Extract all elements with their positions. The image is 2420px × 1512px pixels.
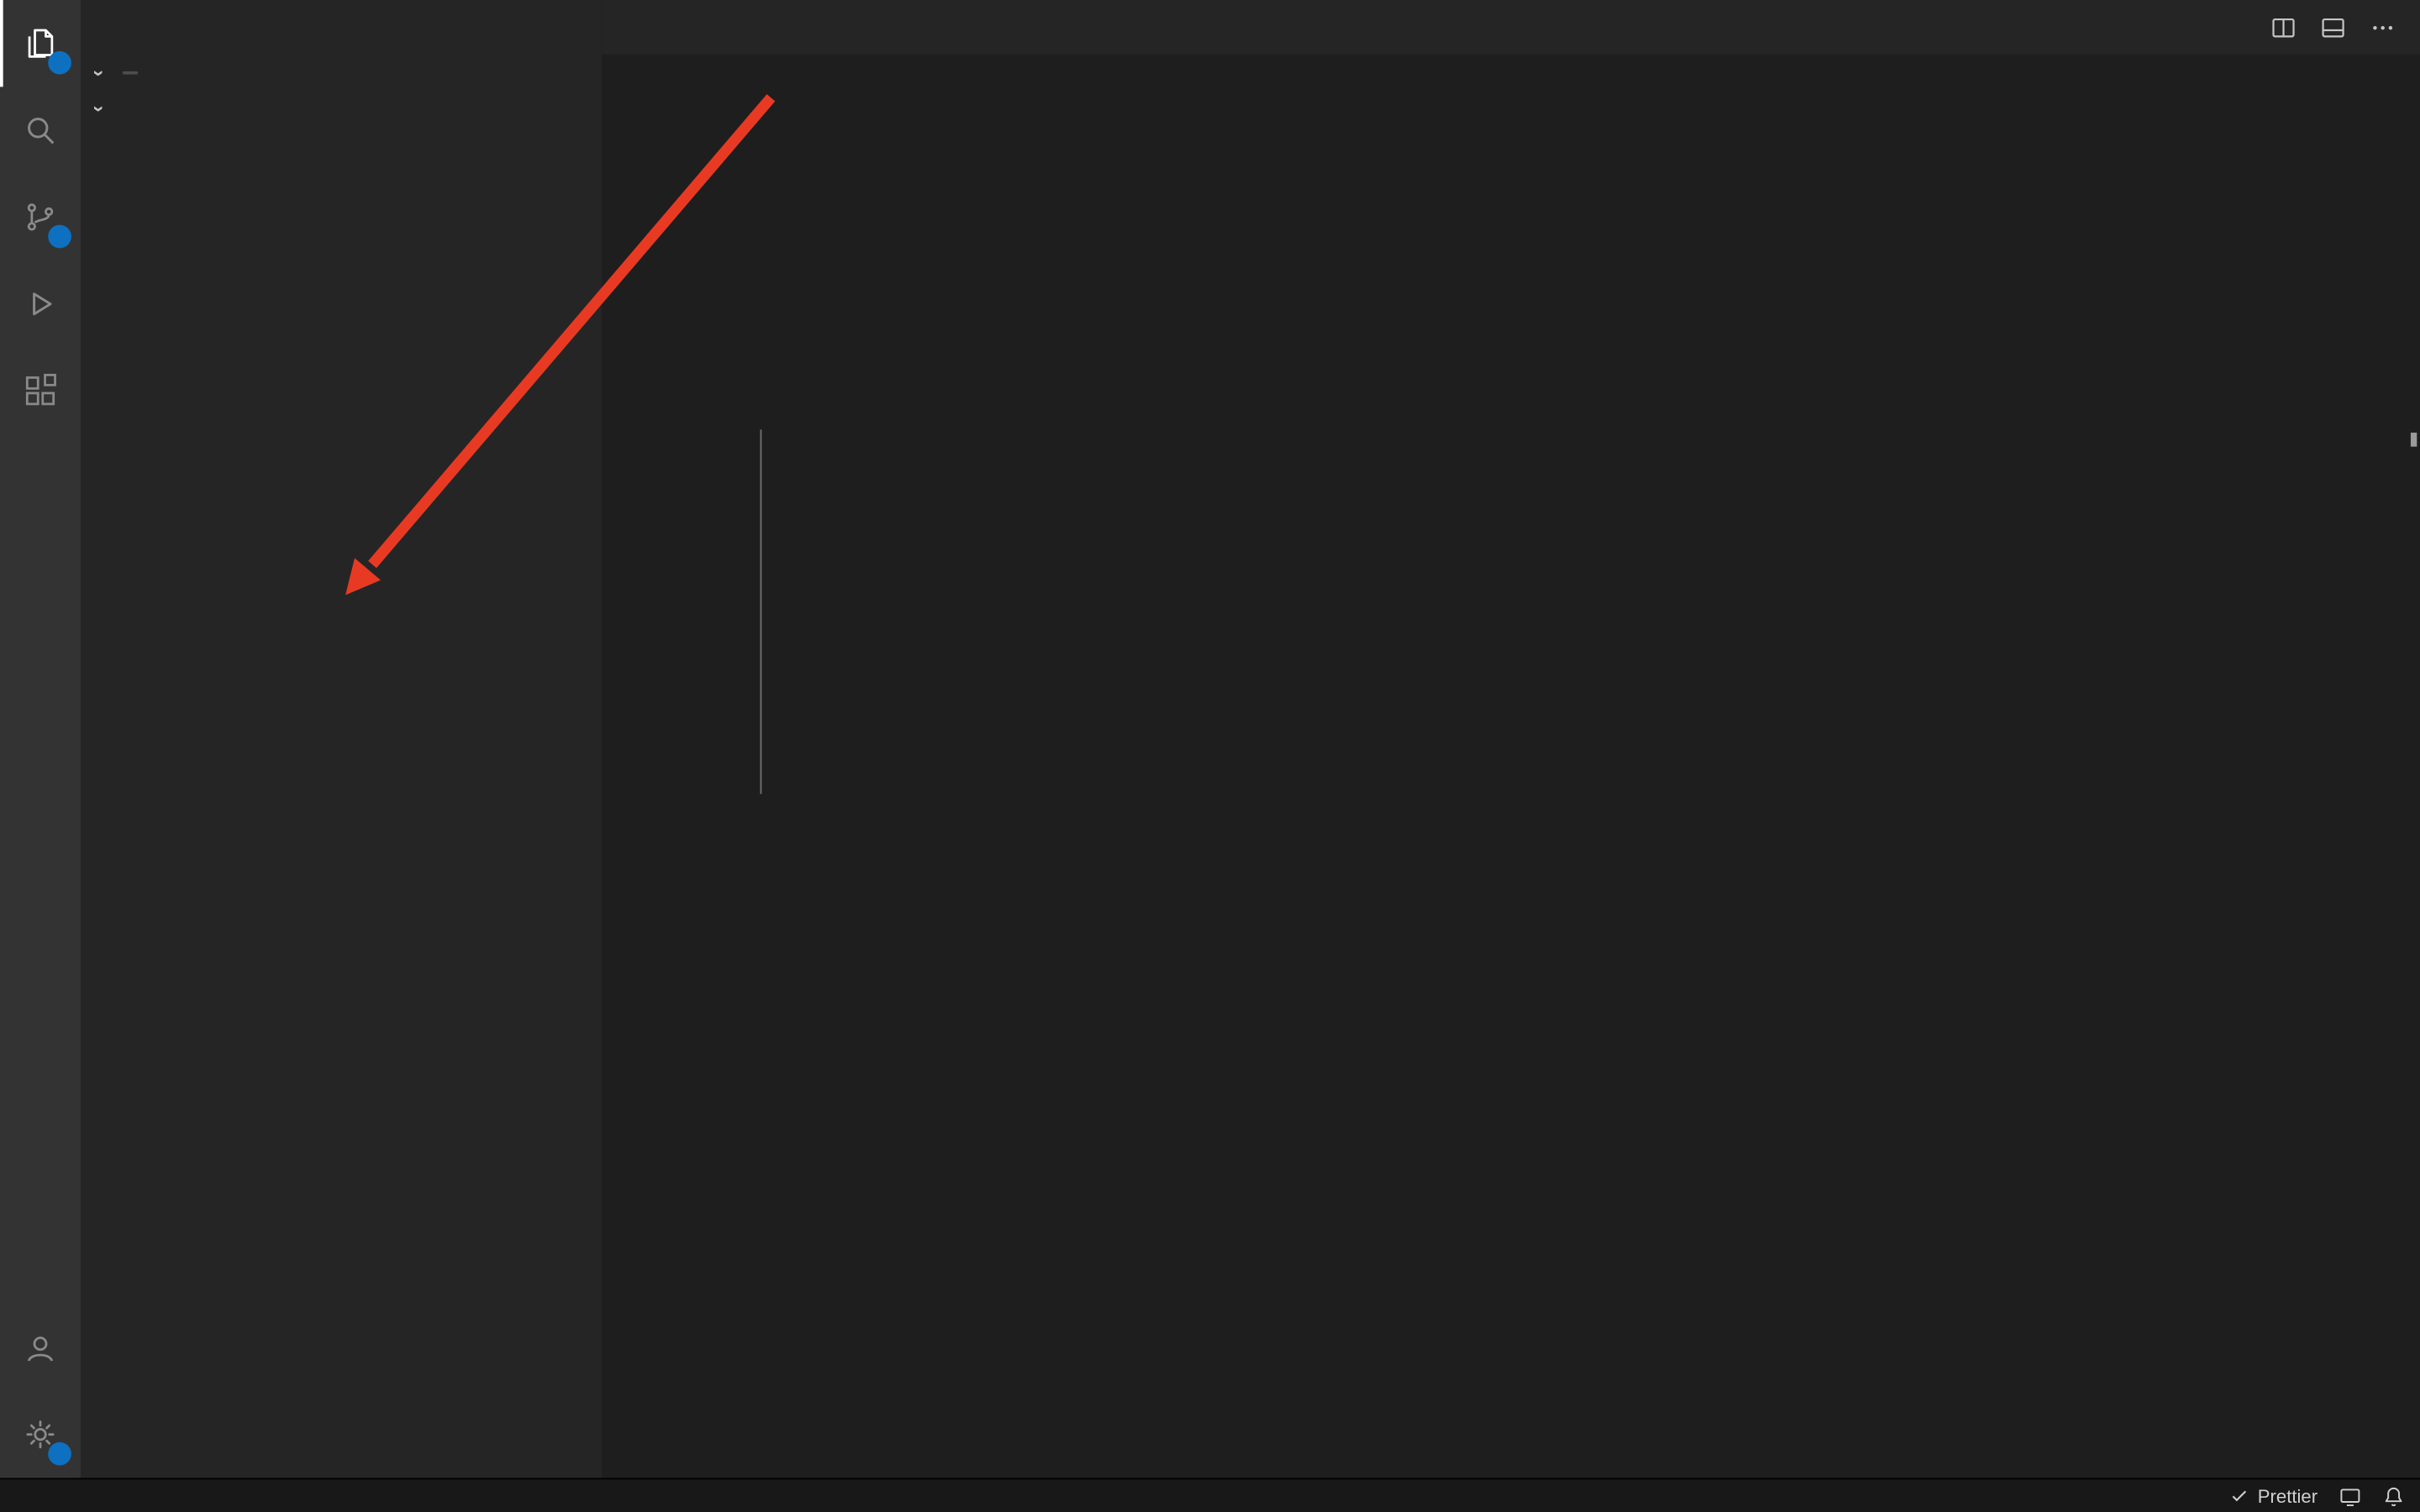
sidebar-header (81, 0, 602, 55)
activity-bar (0, 0, 81, 1478)
activity-settings[interactable] (0, 1391, 81, 1478)
settings-badge (48, 1442, 71, 1466)
split-editor-icon[interactable] (2271, 15, 2296, 40)
chevron-down-icon: › (88, 61, 112, 85)
more-actions-icon[interactable] (2370, 15, 2396, 40)
remote-indicator-icon (2339, 1485, 2361, 1507)
activity-accounts[interactable] (0, 1305, 81, 1391)
scm-badge (48, 225, 71, 249)
editor-actions (2271, 0, 2420, 55)
breadcrumb (602, 55, 2420, 89)
run-debug-icon (22, 286, 59, 323)
code-editor[interactable] (602, 88, 2420, 1478)
explorer-sidebar: › › (81, 0, 602, 1478)
activity-source-control[interactable] (0, 174, 81, 260)
notifications-bell[interactable] (2383, 1485, 2405, 1507)
status-bar: Prettier (0, 1478, 2420, 1512)
activity-run-debug[interactable] (0, 260, 81, 347)
overview-ruler-cursor-mark (2411, 433, 2417, 447)
vscode-window: › › (0, 0, 2420, 1512)
extensions-icon (22, 372, 59, 409)
explorer-badge (48, 51, 71, 75)
remote-indicator[interactable] (2339, 1485, 2361, 1507)
toggle-layout-icon[interactable] (2321, 15, 2346, 40)
bell-icon (2383, 1485, 2405, 1507)
active-indent-guide (760, 429, 762, 794)
formatter-indicator[interactable]: Prettier (2230, 1485, 2318, 1507)
starter-files-header[interactable]: › (81, 90, 602, 125)
formatter-label: Prettier (2258, 1485, 2317, 1507)
activity-explorer[interactable] (0, 0, 81, 87)
editor-group (602, 0, 2420, 1478)
activity-search[interactable] (0, 87, 81, 173)
tab-bar (602, 0, 2420, 55)
search-icon (22, 112, 59, 149)
open-editors-header[interactable]: › (81, 55, 602, 90)
check-icon (2230, 1486, 2250, 1506)
code-content (602, 88, 2420, 94)
activity-extensions[interactable] (0, 348, 81, 434)
chevron-down-icon: › (88, 97, 112, 121)
file-tree (81, 126, 602, 1478)
account-icon (22, 1329, 59, 1366)
unsaved-count-badge (123, 71, 138, 74)
